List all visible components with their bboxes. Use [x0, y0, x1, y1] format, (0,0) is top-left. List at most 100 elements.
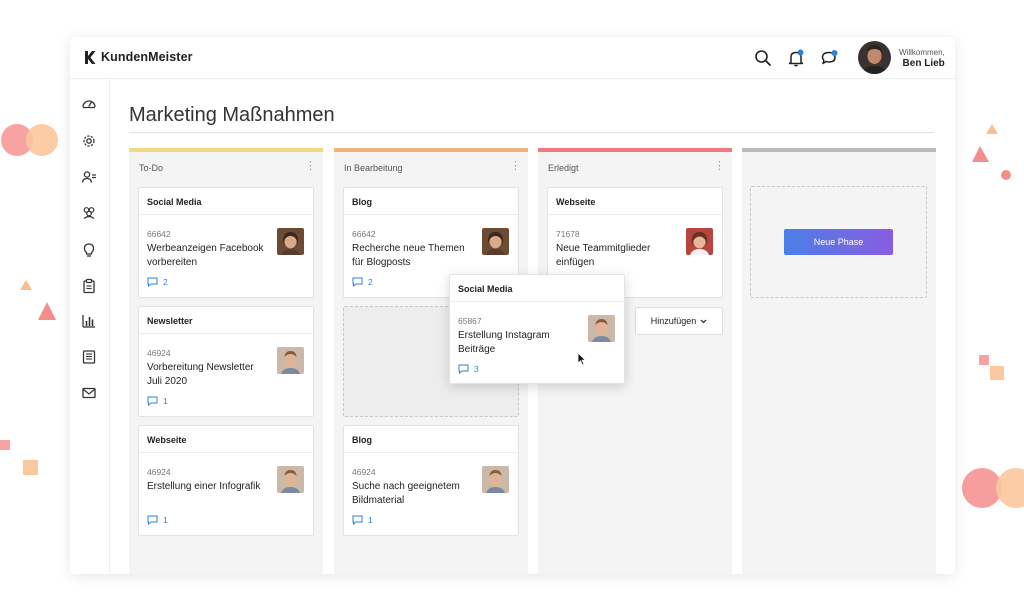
page-title: Marketing Maßnahmen	[129, 104, 335, 126]
bar-chart-icon[interactable]	[81, 313, 97, 329]
deco-circle	[26, 124, 58, 156]
kanban-column-todo: To-Do ⋮ Social Media 66642 Werbeanzeigen…	[129, 148, 323, 574]
notification-dot	[797, 49, 804, 56]
task-card[interactable]: Webseite 46924 Erstellung einer Infograf…	[138, 425, 314, 536]
column-title: Erledigt	[548, 163, 579, 173]
title-divider	[129, 132, 934, 133]
card-category: Newsletter	[139, 307, 313, 334]
deco-circle	[996, 468, 1024, 508]
chat-icon[interactable]	[819, 48, 839, 68]
logo-text: KundenMeister	[101, 50, 193, 64]
card-id: 65867	[458, 316, 482, 326]
deco-square	[990, 366, 1004, 380]
card-id: 46924	[147, 348, 171, 358]
card-id: 46924	[147, 467, 171, 477]
avatar	[277, 466, 304, 493]
search-icon[interactable]	[753, 48, 773, 68]
comment-count-value: 1	[368, 515, 373, 525]
avatar	[482, 466, 509, 493]
comment-icon	[352, 515, 363, 525]
column-menu-icon[interactable]: ⋮	[510, 161, 521, 172]
cursor-icon	[577, 352, 587, 366]
lightbulb-icon[interactable]	[81, 242, 97, 258]
comment-count[interactable]: 2	[352, 277, 373, 287]
logo[interactable]: KundenMeister	[84, 50, 193, 64]
comment-count[interactable]: 1	[352, 515, 373, 525]
task-card[interactable]: Social Media 66642 Werbeanzeigen Faceboo…	[138, 187, 314, 298]
app-window: KundenMeister Willkommen, Ben Lieb Marke…	[70, 37, 955, 574]
card-category: Social Media	[139, 188, 313, 215]
new-phase-button[interactable]: Neue Phase	[784, 229, 893, 255]
comment-count-value: 2	[163, 277, 168, 287]
comment-count-value: 1	[163, 515, 168, 525]
card-category: Webseite	[139, 426, 313, 453]
user-menu[interactable]: Willkommen, Ben Lieb	[858, 41, 945, 74]
deco-triangle	[986, 124, 998, 134]
column-title: To-Do	[139, 163, 164, 173]
task-card[interactable]: Blog 46924 Suche nach geeignetem Bildmat…	[343, 425, 519, 536]
welcome-label: Willkommen,	[899, 47, 945, 57]
kanban-column-new: Neue Phase	[742, 148, 936, 574]
dragging-task-card[interactable]: Social Media 65867 Erstellung Instagram …	[449, 274, 625, 384]
column-menu-icon[interactable]: ⋮	[714, 161, 725, 172]
top-bar: KundenMeister Willkommen, Ben Lieb	[70, 37, 955, 79]
welcome-text: Willkommen, Ben Lieb	[899, 47, 945, 69]
card-title: Suche nach geeignetem Bildmaterial	[352, 481, 460, 506]
deco-triangle	[38, 302, 56, 320]
avatar	[277, 228, 304, 255]
bell-icon[interactable]	[786, 48, 806, 68]
group-icon[interactable]	[81, 204, 97, 220]
card-title: Neue Teammitglieder einfügen	[556, 243, 651, 268]
user-list-icon[interactable]	[81, 169, 97, 185]
comment-icon	[458, 364, 469, 374]
comment-icon	[147, 277, 158, 287]
card-category: Blog	[344, 188, 518, 215]
comment-count[interactable]: 1	[147, 396, 168, 406]
card-title: Erstellung einer Infografik	[147, 481, 261, 492]
column-title: In Bearbeitung	[344, 163, 403, 173]
card-title: Vorbereitung Newsletter Juli 2020	[147, 362, 254, 387]
dashboard-icon[interactable]	[81, 95, 97, 111]
card-category: Webseite	[548, 188, 722, 215]
card-category: Blog	[344, 426, 518, 453]
sidebar	[70, 79, 110, 574]
deco-square	[23, 460, 38, 475]
card-id: 71678	[556, 229, 580, 239]
task-card[interactable]: Newsletter 46924 Vorbereitung Newsletter…	[138, 306, 314, 417]
comment-count-value: 3	[474, 364, 479, 374]
deco-square	[979, 355, 989, 365]
card-id: 46924	[352, 467, 376, 477]
card-title: Werbeanzeigen Facebook vorbereiten	[147, 243, 264, 268]
mail-icon[interactable]	[81, 385, 97, 401]
deco-circle	[1001, 170, 1011, 180]
card-id: 66642	[352, 229, 376, 239]
card-title: Recherche neue Themen für Blogposts	[352, 243, 465, 268]
avatar	[482, 228, 509, 255]
notification-dot	[831, 50, 838, 56]
logo-icon	[85, 50, 96, 64]
gear-icon[interactable]	[81, 133, 97, 149]
comment-count-value: 1	[163, 396, 168, 406]
deco-triangle	[972, 146, 989, 162]
add-button-label: Hinzufügen	[650, 316, 697, 326]
comment-count[interactable]: 3	[458, 364, 479, 374]
avatar	[686, 228, 713, 255]
comment-count-value: 2	[368, 277, 373, 287]
deco-square	[0, 440, 10, 450]
deco-triangle	[20, 280, 32, 290]
comment-count[interactable]: 1	[147, 515, 168, 525]
comment-icon	[147, 396, 158, 406]
card-category: Social Media	[450, 275, 624, 302]
user-name: Ben Lieb	[902, 57, 945, 69]
clipboard-icon[interactable]	[81, 278, 97, 294]
add-button[interactable]: Hinzufügen	[635, 307, 723, 335]
avatar	[588, 315, 615, 342]
avatar[interactable]	[858, 41, 891, 74]
comment-icon	[352, 277, 363, 287]
comment-count[interactable]: 2	[147, 277, 168, 287]
document-list-icon[interactable]	[81, 349, 97, 365]
chevron-down-icon	[700, 319, 707, 323]
new-phase-dropzone[interactable]: Neue Phase	[750, 186, 927, 298]
column-menu-icon[interactable]: ⋮	[305, 161, 316, 172]
card-id: 66642	[147, 229, 171, 239]
